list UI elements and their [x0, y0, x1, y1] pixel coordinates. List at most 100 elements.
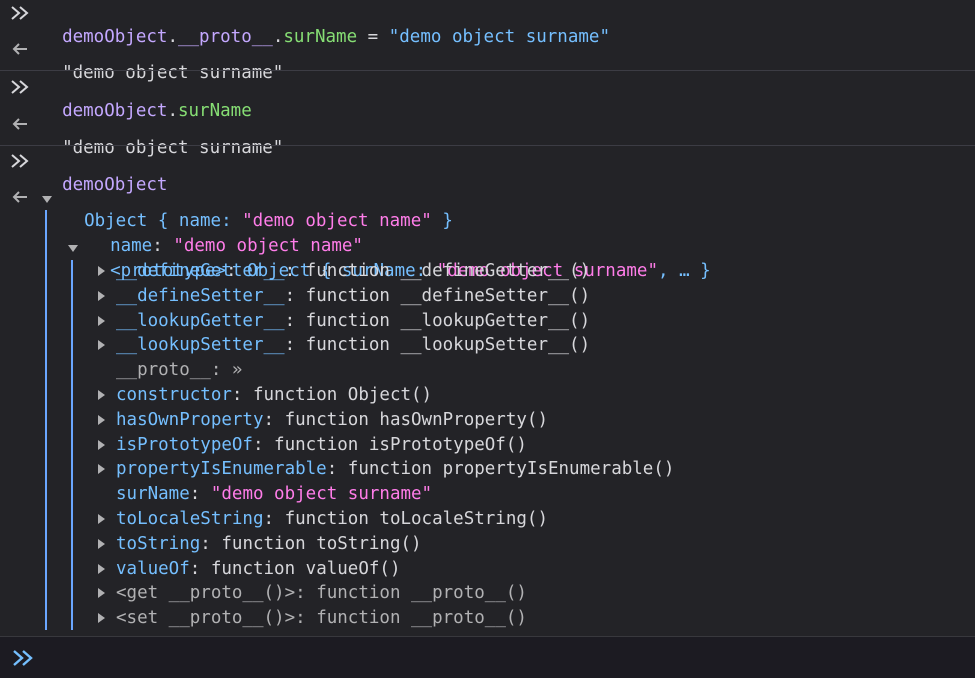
property-value: »	[231, 360, 243, 380]
property-value: function __lookupSetter__()	[305, 335, 591, 355]
console-output-1: "demo object surname"	[41, 37, 283, 83]
property-sep: :	[284, 335, 306, 355]
property-value: function Object()	[252, 385, 433, 405]
property-key: propertyIsEnumerable	[116, 459, 327, 479]
input-prompt-icon	[11, 80, 29, 94]
property-row[interactable]: <get __proto__()>: function __proto__()	[116, 581, 527, 605]
property-key: __lookupGetter__	[116, 311, 285, 331]
property-sep: :	[284, 311, 306, 331]
property-value: "demo object surname"	[210, 484, 433, 504]
prototype-row[interactable]: <prototype>: Object { surName: "demo obj…	[89, 235, 711, 281]
expand-toggle-icon[interactable]	[98, 514, 105, 524]
property-row[interactable]: __lookupSetter__: function __lookupSette…	[116, 333, 590, 357]
property-sep: :	[284, 261, 306, 281]
property-key: __defineSetter__	[116, 286, 285, 306]
input-prop: surName	[283, 27, 358, 47]
property-sep: :	[189, 484, 211, 504]
console-input-2[interactable]: demoObject.surName	[41, 75, 252, 121]
property-row[interactable]: isPrototypeOf: function isPrototypeOf()	[116, 433, 527, 457]
output-arrow-icon	[12, 191, 27, 203]
property-row[interactable]: __defineGetter__: function __defineGette…	[116, 259, 590, 283]
property-sep: :	[284, 286, 306, 306]
property-key: <set __proto__()>	[116, 608, 296, 628]
property-key: constructor	[116, 385, 232, 405]
property-key: surName	[116, 484, 190, 504]
expand-toggle-icon[interactable]	[42, 196, 52, 203]
property-sep: :	[295, 608, 317, 628]
property-value: function toLocaleString()	[284, 509, 548, 529]
prototype-rest: , … }	[658, 261, 711, 281]
property-value: function __lookupGetter__()	[305, 311, 591, 331]
input-value: "demo object surname"	[388, 27, 610, 47]
tree-guide-line	[45, 210, 47, 630]
console-output-2: "demo object surname"	[41, 112, 283, 158]
expand-toggle-icon[interactable]	[98, 539, 105, 549]
property-key: <get __proto__()>	[116, 583, 296, 603]
expand-toggle-icon[interactable]	[98, 266, 105, 276]
property-value: function __proto__()	[316, 583, 527, 603]
property-key: toString	[116, 534, 201, 554]
expand-toggle-icon[interactable]	[98, 415, 105, 425]
property-value: function hasOwnProperty()	[284, 410, 548, 430]
property-row[interactable]: valueOf: function valueOf()	[116, 557, 401, 581]
separator	[0, 70, 975, 71]
property-sep: :	[263, 410, 285, 430]
property-sep: :	[326, 459, 348, 479]
property-key: hasOwnProperty	[116, 410, 264, 430]
expand-toggle-icon[interactable]	[98, 316, 105, 326]
property-value: function __defineGetter__()	[305, 261, 591, 281]
property-row: surName: "demo object surname"	[116, 482, 432, 506]
property-key: __proto__	[116, 360, 211, 380]
expand-toggle-icon[interactable]	[98, 291, 105, 301]
property-sep: :	[263, 509, 285, 529]
object-brace: }	[431, 211, 453, 231]
expand-toggle-icon[interactable]	[98, 464, 105, 474]
property-row[interactable]: __lookupGetter__: function __lookupGette…	[116, 309, 590, 333]
property-value: function __proto__()	[316, 608, 527, 628]
property-sep: :	[295, 583, 317, 603]
output-arrow-icon	[12, 43, 27, 55]
property-row: __proto__: »	[116, 358, 242, 382]
property-row[interactable]: propertyIsEnumerable: function propertyI…	[116, 457, 674, 481]
expand-toggle-icon[interactable]	[68, 245, 78, 252]
property-value: function valueOf()	[210, 559, 401, 579]
console-input-bar[interactable]	[0, 636, 975, 678]
property-row-name: name: "demo object name"	[89, 210, 363, 256]
property-row[interactable]: hasOwnProperty: function hasOwnProperty(…	[116, 408, 548, 432]
property-row[interactable]: constructor: function Object()	[116, 383, 432, 407]
console-input-3[interactable]: demoObject	[41, 149, 167, 195]
property-value: function isPrototypeOf()	[274, 435, 527, 455]
property-value: function propertyIsEnumerable()	[347, 459, 675, 479]
property-row[interactable]: toString: function toString()	[116, 532, 422, 556]
property-sep: :	[189, 559, 211, 579]
expand-toggle-icon[interactable]	[98, 613, 105, 623]
property-sep: :	[231, 385, 253, 405]
property-row[interactable]: __defineSetter__: function __defineSette…	[116, 284, 590, 308]
input-prompt-icon	[11, 154, 29, 168]
output-arrow-icon	[12, 118, 27, 130]
tree-guide-line	[71, 260, 73, 630]
property-sep: :	[252, 435, 275, 455]
property-key: __defineGetter__	[116, 261, 285, 281]
property-row[interactable]: <set __proto__()>: function __proto__()	[116, 606, 527, 630]
expand-toggle-icon[interactable]	[98, 390, 105, 400]
expand-toggle-icon[interactable]	[98, 588, 105, 598]
property-row[interactable]: toLocaleString: function toLocaleString(…	[116, 507, 548, 531]
expand-toggle-icon[interactable]	[98, 440, 105, 450]
input-prompt-icon	[11, 6, 29, 20]
object-header[interactable]: Object { name: "demo object name" }	[63, 185, 453, 231]
property-sep: :	[200, 534, 222, 554]
expand-toggle-icon[interactable]	[98, 340, 105, 350]
input-assign: =	[357, 27, 389, 47]
property-key: __lookupSetter__	[116, 335, 285, 355]
expand-toggle-icon[interactable]	[98, 564, 105, 574]
property-value: function __defineSetter__()	[305, 286, 591, 306]
separator	[0, 145, 975, 146]
property-value: function toString()	[221, 534, 422, 554]
console-input-1[interactable]: demoObject.__proto__.surName = "demo obj…	[41, 1, 610, 47]
property-key: isPrototypeOf	[116, 435, 253, 455]
input-prompt-icon	[13, 650, 33, 666]
property-key: toLocaleString	[116, 509, 264, 529]
property-key: valueOf	[116, 559, 190, 579]
property-sep: :	[210, 360, 232, 380]
